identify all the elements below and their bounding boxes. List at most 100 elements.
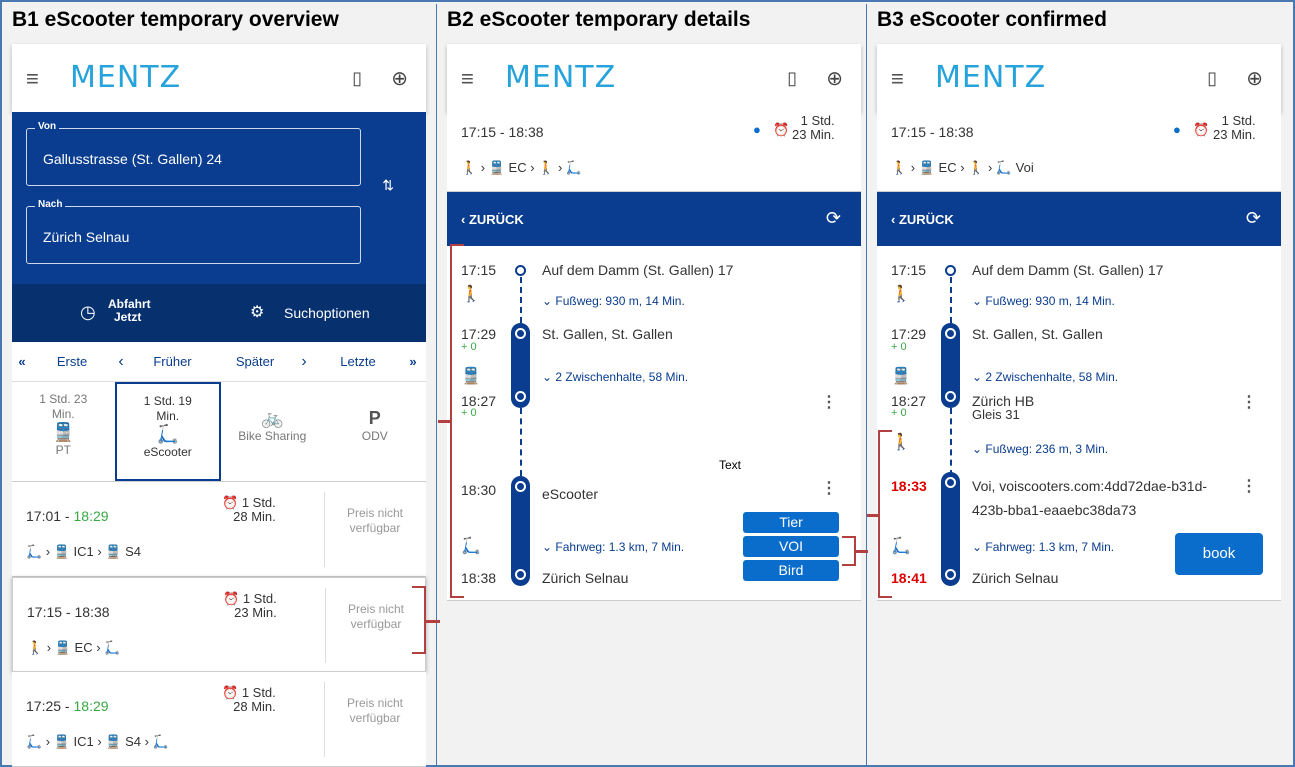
clock-icon: ◷ [80,302,96,322]
map-icon[interactable]: ▯ [352,68,362,89]
globe-icon[interactable]: ⊕ [1246,66,1263,91]
mode-tab-escooter[interactable]: 1 Std. 19 Min. 🛴 eScooter [114,382,221,481]
trip-duration-m: 23 Min. [234,605,277,620]
from-field[interactable]: Von Gallusstrasse (St. Gallen) 24 [26,121,361,186]
mode-tab-pt[interactable]: 1 Std. 23 Min. 🚆 PT [12,382,115,481]
trip-card-highlighted[interactable]: 17:15 - 18:38 ⏰ 1 Std. 23 Min. Preis nich… [12,577,426,672]
walk-link[interactable]: ⌄ Fußweg: 930 m, 14 Min. [542,294,685,308]
trip-summary: 17:15 - 18:38 ● ⏰ 1 Std. 23 Min. 🚶 › 🚆 EC… [447,112,861,192]
panel-b2-title: B2 eScooter temporary details [447,8,751,31]
back-button[interactable]: ‹ ZURÜCK [891,212,954,227]
trip-duration-h: 1 Std. [241,495,276,510]
earlier-icon[interactable]: ‹ [112,353,130,371]
mode-tab-odv[interactable]: P ODV [324,382,427,481]
ride-link[interactable]: ⌄ Fahrweg: 1.3 km, 7 Min. [972,540,1114,554]
swap-icon[interactable]: ⇅ [382,177,394,194]
alarm-icon: ⏰ [223,591,243,606]
trip-arrival: 18:29 [73,698,109,714]
walk-icon: 🚶 [891,286,911,303]
hamburger-icon[interactable]: ≡ [891,66,904,92]
walk-link[interactable]: ⌄ Fußweg: 236 m, 3 Min. [972,442,1108,456]
hamburger-icon[interactable]: ≡ [461,66,474,92]
more-icon[interactable]: ⋮ [1241,476,1257,496]
mode-label: ODV [361,429,388,443]
mode-tab-bike[interactable]: 🚲 Bike Sharing [221,382,324,481]
mode-label: Bike Sharing [238,429,307,443]
trip-duration-h: 1 Std. [241,685,276,700]
first-button[interactable]: Erste [32,354,112,369]
back-button[interactable]: ‹ ZURÜCK [461,212,524,227]
hamburger-icon[interactable]: ≡ [26,66,39,92]
highlight-bracket [842,536,856,566]
stop-dot [515,391,526,402]
delay-board: + 0 [891,341,907,353]
trip-card[interactable]: 17:01 - 18:29 ⏰ 1 Std. 28 Min. Preis nich… [12,482,426,577]
globe-icon[interactable]: ⊕ [391,66,408,91]
provider-voi[interactable]: VOI [743,536,839,557]
info-icon[interactable]: ● [1173,122,1181,137]
refresh-icon[interactable]: ⟳ [826,208,841,229]
time-start: 17:15 [891,262,927,278]
stop-dot [515,481,526,492]
search-options-button[interactable]: Suchoptionen [284,305,370,321]
ride-link[interactable]: ⌄ Fahrweg: 1.3 km, 7 Min. [542,540,684,554]
train-icon: 🚆 [52,422,75,442]
info-icon[interactable]: ● [753,122,761,137]
train-segment [511,323,530,408]
trip-detail: 17:15 Auf dem Damm (St. Gallen) 17 🚶 ⌄ F… [877,246,1281,601]
map-icon[interactable]: ▯ [787,68,797,89]
divider [324,492,325,567]
trip-legs: 🚶 › 🚆 EC › 🚶 › 🛴 Voi [891,160,1034,175]
trip-departure: 17:25 [26,698,62,714]
phone-b1: ≡ MENTZ ▯ ⊕ Von Gallusstrasse (St. Galle… [12,44,427,767]
figure-frame: B1 eScooter temporary overview ≡ MENTZ ▯… [0,0,1295,767]
globe-icon[interactable]: ⊕ [826,66,843,91]
back-bar: ‹ ZURÜCK ⟳ [447,192,861,246]
departure-value: Jetzt [114,310,142,324]
escooter-icon: 🛴 [156,424,179,444]
last-button[interactable]: Letzte [313,354,403,369]
earlier-button[interactable]: Früher [130,354,215,369]
stop-dot [945,569,956,580]
mode-duration: 1 Std. 23 [39,392,88,406]
later-icon[interactable]: › [295,353,313,371]
stop-dot [515,265,526,276]
departure-button[interactable]: Abfahrt Jetzt [108,298,151,324]
time-board: 17:29 [461,326,497,342]
more-icon[interactable]: ⋮ [821,478,837,498]
trip-card[interactable]: 17:25 - 18:29 ⏰ 1 Std. 28 Min. Preis nich… [12,672,426,767]
walk-link[interactable]: ⌄ Fußweg: 930 m, 14 Min. [972,294,1115,308]
logo: MENTZ [70,60,182,95]
trip-detail: 17:15 Auf dem Damm (St. Gallen) 17 🚶 ⌄ F… [447,246,861,601]
trip-time-sep: - [62,604,75,620]
time-scooter: 18:33 [891,478,927,494]
train-icon: 🚆 [891,368,911,385]
trip-summary: 17:15 - 18:38 ● ⏰ 1 Std. 23 Min. 🚶 › 🚆 EC… [877,112,1281,192]
time-end: 18:38 [461,570,497,586]
first-icon[interactable]: « [12,354,32,369]
stop-start: Auf dem Damm (St. Gallen) 17 [972,262,1164,278]
refresh-icon[interactable]: ⟳ [1246,208,1261,229]
later-button[interactable]: Später [215,354,295,369]
provider-tier[interactable]: Tier [743,512,839,533]
last-icon[interactable]: » [403,354,423,369]
provider-bird[interactable]: Bird [743,560,839,581]
trip-time: 17:25 - 18:29 [26,698,109,714]
map-icon[interactable]: ▯ [1207,68,1217,89]
more-icon[interactable]: ⋮ [1241,392,1257,412]
book-button[interactable]: book [1175,533,1263,575]
time-scooter: 18:30 [461,482,497,498]
stop-end: Zürich Selnau [972,570,1059,586]
to-field[interactable]: Nach Zürich Selnau [26,199,361,264]
stops-link[interactable]: ⌄ 2 Zwischenhalte, 58 Min. [972,370,1118,384]
divider [325,588,326,663]
highlight-bracket-tick [438,420,452,423]
trip-time: 17:01 - 18:29 [26,508,109,524]
mode-label: eScooter [143,445,192,459]
trip-duration: 1 Std. 23 Min. [1213,114,1256,142]
stop-dot [515,569,526,580]
trip-duration: ⏰ 1 Std. 28 Min. [222,496,276,524]
more-icon[interactable]: ⋮ [821,392,837,412]
stops-link[interactable]: ⌄ 2 Zwischenhalte, 58 Min. [542,370,688,384]
from-label: Von [35,121,60,132]
